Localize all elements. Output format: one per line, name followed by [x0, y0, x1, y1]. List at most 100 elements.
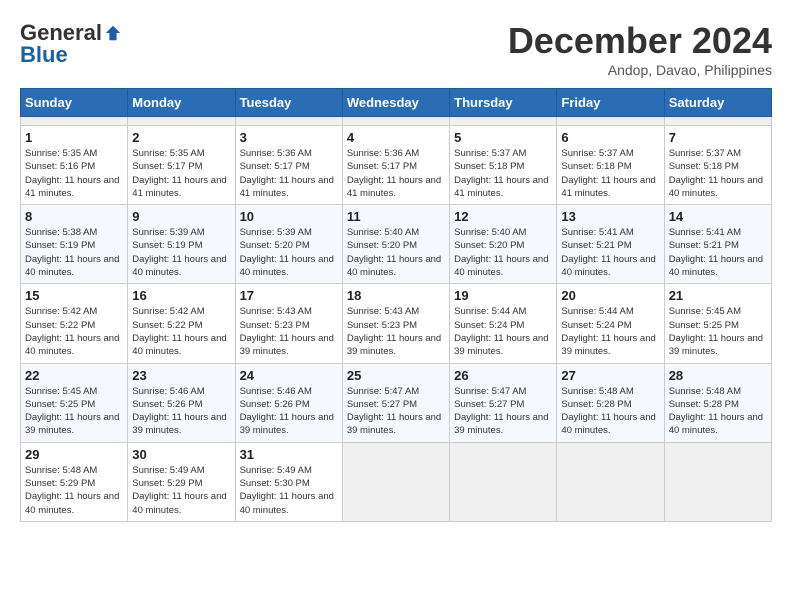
- header-saturday: Saturday: [664, 89, 771, 117]
- day-number: 9: [132, 209, 230, 224]
- calendar-cell: 13 Sunrise: 5:41 AMSunset: 5:21 PMDaylig…: [557, 205, 664, 284]
- day-number: 27: [561, 368, 659, 383]
- calendar-cell: 15 Sunrise: 5:42 AMSunset: 5:22 PMDaylig…: [21, 284, 128, 363]
- calendar-cell: 27 Sunrise: 5:48 AMSunset: 5:28 PMDaylig…: [557, 363, 664, 442]
- calendar-week-0: [21, 117, 772, 126]
- day-info: Sunrise: 5:47 AMSunset: 5:27 PMDaylight:…: [347, 386, 441, 437]
- calendar-week-4: 22 Sunrise: 5:45 AMSunset: 5:25 PMDaylig…: [21, 363, 772, 442]
- calendar-cell: 7 Sunrise: 5:37 AMSunset: 5:18 PMDayligh…: [664, 126, 771, 205]
- calendar-cell: 20 Sunrise: 5:44 AMSunset: 5:24 PMDaylig…: [557, 284, 664, 363]
- calendar-cell: 5 Sunrise: 5:37 AMSunset: 5:18 PMDayligh…: [450, 126, 557, 205]
- day-number: 22: [25, 368, 123, 383]
- day-number: 19: [454, 288, 552, 303]
- day-number: 14: [669, 209, 767, 224]
- day-number: 15: [25, 288, 123, 303]
- day-info: Sunrise: 5:44 AMSunset: 5:24 PMDaylight:…: [454, 306, 548, 357]
- day-number: 2: [132, 130, 230, 145]
- header-row: Sunday Monday Tuesday Wednesday Thursday…: [21, 89, 772, 117]
- day-info: Sunrise: 5:41 AMSunset: 5:21 PMDaylight:…: [669, 227, 763, 278]
- page-header: General Blue December 2024 Andop, Davao,…: [20, 20, 772, 78]
- calendar-week-3: 15 Sunrise: 5:42 AMSunset: 5:22 PMDaylig…: [21, 284, 772, 363]
- day-info: Sunrise: 5:40 AMSunset: 5:20 PMDaylight:…: [454, 227, 548, 278]
- day-info: Sunrise: 5:37 AMSunset: 5:18 PMDaylight:…: [454, 148, 548, 199]
- day-number: 5: [454, 130, 552, 145]
- calendar-cell: 18 Sunrise: 5:43 AMSunset: 5:23 PMDaylig…: [342, 284, 449, 363]
- calendar-cell: 10 Sunrise: 5:39 AMSunset: 5:20 PMDaylig…: [235, 205, 342, 284]
- calendar-cell: [342, 117, 449, 126]
- location: Andop, Davao, Philippines: [508, 62, 772, 78]
- day-number: 10: [240, 209, 338, 224]
- day-info: Sunrise: 5:47 AMSunset: 5:27 PMDaylight:…: [454, 386, 548, 437]
- day-number: 26: [454, 368, 552, 383]
- day-info: Sunrise: 5:40 AMSunset: 5:20 PMDaylight:…: [347, 227, 441, 278]
- logo: General Blue: [20, 20, 122, 68]
- day-info: Sunrise: 5:44 AMSunset: 5:24 PMDaylight:…: [561, 306, 655, 357]
- calendar-cell: 22 Sunrise: 5:45 AMSunset: 5:25 PMDaylig…: [21, 363, 128, 442]
- day-info: Sunrise: 5:37 AMSunset: 5:18 PMDaylight:…: [561, 148, 655, 199]
- day-info: Sunrise: 5:43 AMSunset: 5:23 PMDaylight:…: [347, 306, 441, 357]
- logo-blue-text: Blue: [20, 42, 68, 68]
- day-info: Sunrise: 5:45 AMSunset: 5:25 PMDaylight:…: [669, 306, 763, 357]
- day-number: 4: [347, 130, 445, 145]
- day-number: 31: [240, 447, 338, 462]
- calendar-cell: [235, 117, 342, 126]
- day-number: 13: [561, 209, 659, 224]
- day-info: Sunrise: 5:41 AMSunset: 5:21 PMDaylight:…: [561, 227, 655, 278]
- calendar-cell: 3 Sunrise: 5:36 AMSunset: 5:17 PMDayligh…: [235, 126, 342, 205]
- calendar-cell: 17 Sunrise: 5:43 AMSunset: 5:23 PMDaylig…: [235, 284, 342, 363]
- calendar-cell: [21, 117, 128, 126]
- day-info: Sunrise: 5:38 AMSunset: 5:19 PMDaylight:…: [25, 227, 119, 278]
- header-monday: Monday: [128, 89, 235, 117]
- calendar-cell: 21 Sunrise: 5:45 AMSunset: 5:25 PMDaylig…: [664, 284, 771, 363]
- calendar-cell: [557, 442, 664, 521]
- day-info: Sunrise: 5:48 AMSunset: 5:28 PMDaylight:…: [669, 386, 763, 437]
- day-info: Sunrise: 5:35 AMSunset: 5:17 PMDaylight:…: [132, 148, 226, 199]
- day-number: 17: [240, 288, 338, 303]
- day-number: 3: [240, 130, 338, 145]
- calendar-cell: [664, 442, 771, 521]
- day-info: Sunrise: 5:39 AMSunset: 5:20 PMDaylight:…: [240, 227, 334, 278]
- header-friday: Friday: [557, 89, 664, 117]
- calendar-cell: 11 Sunrise: 5:40 AMSunset: 5:20 PMDaylig…: [342, 205, 449, 284]
- day-number: 25: [347, 368, 445, 383]
- calendar-body: 1 Sunrise: 5:35 AMSunset: 5:16 PMDayligh…: [21, 117, 772, 522]
- title-area: December 2024 Andop, Davao, Philippines: [508, 20, 772, 78]
- day-info: Sunrise: 5:49 AMSunset: 5:30 PMDaylight:…: [240, 465, 334, 516]
- day-number: 24: [240, 368, 338, 383]
- calendar-header: Sunday Monday Tuesday Wednesday Thursday…: [21, 89, 772, 117]
- calendar-week-1: 1 Sunrise: 5:35 AMSunset: 5:16 PMDayligh…: [21, 126, 772, 205]
- day-number: 18: [347, 288, 445, 303]
- header-sunday: Sunday: [21, 89, 128, 117]
- month-title: December 2024: [508, 20, 772, 62]
- calendar-cell: 4 Sunrise: 5:36 AMSunset: 5:17 PMDayligh…: [342, 126, 449, 205]
- calendar-cell: 28 Sunrise: 5:48 AMSunset: 5:28 PMDaylig…: [664, 363, 771, 442]
- logo-icon: [104, 24, 122, 42]
- day-number: 20: [561, 288, 659, 303]
- calendar-cell: [664, 117, 771, 126]
- day-info: Sunrise: 5:49 AMSunset: 5:29 PMDaylight:…: [132, 465, 226, 516]
- calendar-cell: [450, 442, 557, 521]
- day-info: Sunrise: 5:37 AMSunset: 5:18 PMDaylight:…: [669, 148, 763, 199]
- header-thursday: Thursday: [450, 89, 557, 117]
- day-number: 6: [561, 130, 659, 145]
- calendar-cell: [128, 117, 235, 126]
- day-number: 29: [25, 447, 123, 462]
- calendar-cell: 6 Sunrise: 5:37 AMSunset: 5:18 PMDayligh…: [557, 126, 664, 205]
- calendar-cell: 8 Sunrise: 5:38 AMSunset: 5:19 PMDayligh…: [21, 205, 128, 284]
- calendar-table: Sunday Monday Tuesday Wednesday Thursday…: [20, 88, 772, 522]
- calendar-cell: 31 Sunrise: 5:49 AMSunset: 5:30 PMDaylig…: [235, 442, 342, 521]
- calendar-cell: 12 Sunrise: 5:40 AMSunset: 5:20 PMDaylig…: [450, 205, 557, 284]
- day-info: Sunrise: 5:45 AMSunset: 5:25 PMDaylight:…: [25, 386, 119, 437]
- header-tuesday: Tuesday: [235, 89, 342, 117]
- day-info: Sunrise: 5:36 AMSunset: 5:17 PMDaylight:…: [240, 148, 334, 199]
- day-number: 7: [669, 130, 767, 145]
- day-info: Sunrise: 5:46 AMSunset: 5:26 PMDaylight:…: [132, 386, 226, 437]
- calendar-cell: 24 Sunrise: 5:46 AMSunset: 5:26 PMDaylig…: [235, 363, 342, 442]
- day-number: 21: [669, 288, 767, 303]
- day-number: 28: [669, 368, 767, 383]
- day-number: 1: [25, 130, 123, 145]
- calendar-cell: 26 Sunrise: 5:47 AMSunset: 5:27 PMDaylig…: [450, 363, 557, 442]
- calendar-cell: [342, 442, 449, 521]
- day-info: Sunrise: 5:48 AMSunset: 5:28 PMDaylight:…: [561, 386, 655, 437]
- calendar-cell: 25 Sunrise: 5:47 AMSunset: 5:27 PMDaylig…: [342, 363, 449, 442]
